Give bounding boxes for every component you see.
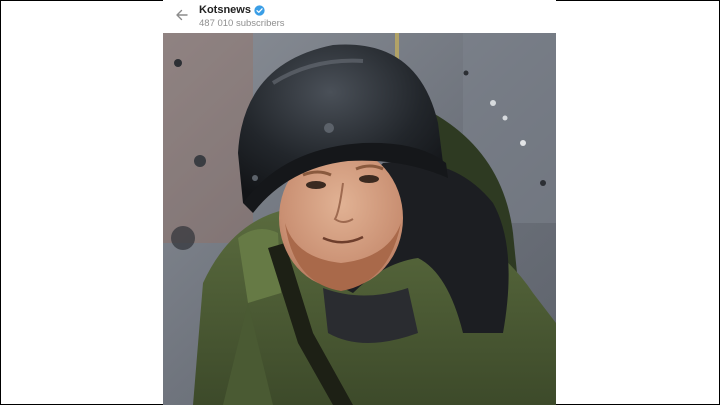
post-photo[interactable] <box>163 33 556 405</box>
channel-header: Kotsnews 487 010 subscribers <box>163 0 556 33</box>
arrow-left-icon <box>175 8 189 27</box>
soldier-portrait-image <box>163 33 556 405</box>
verified-check-icon <box>254 5 265 16</box>
channel-title: Kotsnews <box>199 4 265 17</box>
back-button[interactable] <box>173 8 191 26</box>
channel-name[interactable]: Kotsnews <box>199 4 251 17</box>
subscriber-count: 487 010 subscribers <box>199 18 285 29</box>
